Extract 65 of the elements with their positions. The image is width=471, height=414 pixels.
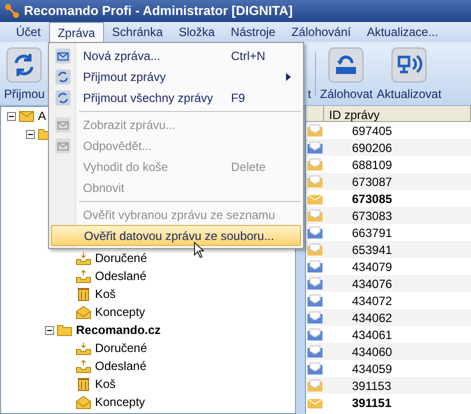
- tree-item[interactable]: Odeslané: [93, 267, 148, 285]
- trash-icon: [76, 288, 90, 300]
- collapse-icon[interactable]: [26, 130, 35, 138]
- tree-item[interactable]: Odeslané: [93, 357, 148, 375]
- message-id: 673083: [352, 208, 392, 224]
- menu-item[interactable]: Nástroje: [222, 22, 284, 42]
- message-id: 673085: [352, 190, 392, 208]
- trash-icon: [76, 378, 90, 390]
- collapse-icon[interactable]: [45, 326, 54, 334]
- upload-icon: [328, 46, 364, 82]
- envelope-icon: [76, 396, 90, 408]
- outbox-tray-icon: [76, 360, 90, 372]
- envelope-reply-icon: [55, 138, 71, 154]
- tree-item[interactable]: Doručené: [93, 339, 150, 357]
- message-id: 663791: [352, 224, 392, 242]
- refresh-icon: [55, 90, 71, 106]
- refresh-icon: [55, 68, 71, 84]
- envelope-folder-icon: [18, 110, 34, 122]
- menu-option[interactable]: Nová zpráva... Ctrl+N: [51, 45, 301, 66]
- tree-item[interactable]: Koš: [93, 375, 118, 393]
- window-title: Recomando Profi - Administrator [DIGNITA]: [24, 2, 293, 20]
- message-id: 688109: [352, 156, 392, 174]
- outbox-tray-icon: [76, 270, 90, 282]
- message-id: 673087: [352, 174, 392, 190]
- message-id: 391151: [352, 394, 392, 412]
- menu-option[interactable]: Přijmout všechny zprávy F9: [51, 87, 301, 108]
- envelope-icon: [76, 306, 90, 318]
- app-logo-icon: [4, 3, 20, 19]
- menu-item[interactable]: Složka: [170, 22, 223, 42]
- message-id: 391153: [352, 378, 392, 394]
- tree-item[interactable]: Koš: [93, 285, 118, 303]
- computer-signal-icon: [391, 46, 428, 82]
- message-id: 434061: [352, 326, 392, 344]
- message-id: 697405: [352, 122, 392, 140]
- menu-item[interactable]: Schránka: [104, 22, 171, 42]
- message-id: 434062: [352, 310, 392, 326]
- message-id: 690206: [352, 140, 392, 156]
- message-id: 434060: [352, 344, 392, 360]
- envelope-icon: [55, 48, 71, 64]
- menu-item[interactable]: Účet: [8, 22, 49, 42]
- tree-item[interactable]: Koncepty: [93, 393, 148, 411]
- toolbar-button[interactable]: Aktualizovat: [376, 44, 442, 102]
- tree-item[interactable]: A: [36, 107, 48, 125]
- message-id: 653941: [352, 242, 392, 258]
- menu-item[interactable]: Zálohování: [283, 22, 359, 42]
- folder-icon: [56, 324, 72, 336]
- inbox-tray-icon: [76, 252, 90, 264]
- message-id: 434076: [352, 276, 392, 292]
- message-id: 434072: [352, 292, 392, 310]
- menu-option[interactable]: Ověřit datovou zprávu ze souboru...: [51, 225, 301, 246]
- menu-option[interactable]: Přijmout zprávy: [51, 66, 301, 87]
- envelope-search-icon: [55, 116, 71, 132]
- toolbar-button[interactable]: Zálohovat: [320, 44, 373, 102]
- message-id: 434059: [352, 360, 392, 378]
- menu-item[interactable]: Zpráva: [48, 22, 104, 42]
- toolbar-button[interactable]: t: [308, 44, 312, 102]
- message-id: 434079: [352, 258, 392, 276]
- tree-item[interactable]: Koncepty: [93, 303, 148, 321]
- inbox-tray-icon: [76, 342, 90, 354]
- toolbar-button[interactable]: Přijmou: [4, 44, 45, 102]
- tree-item[interactable]: Doručené: [93, 249, 150, 267]
- tree-item[interactable]: Recomando.cz: [74, 321, 163, 339]
- collapse-icon[interactable]: [7, 112, 16, 120]
- menu-item[interactable]: Aktualizace...: [358, 22, 446, 42]
- refresh-icon: [6, 46, 42, 82]
